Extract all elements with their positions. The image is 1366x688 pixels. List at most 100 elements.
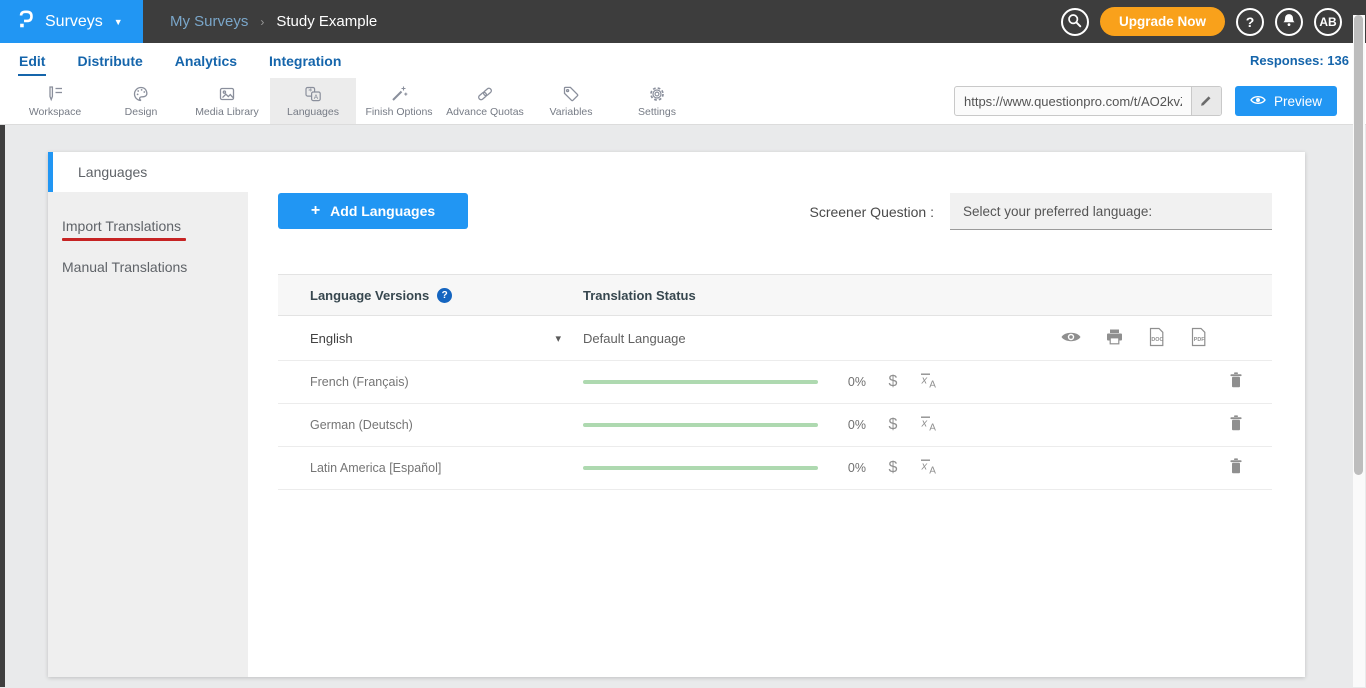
palette-icon [131,84,151,104]
search-button[interactable] [1061,8,1089,36]
paid-translation-icon[interactable]: $ [872,459,914,477]
tool-label: Finish Options [365,106,432,118]
trash-icon [1226,371,1246,393]
avatar[interactable]: AB [1314,8,1342,36]
brand-label: Surveys [45,13,103,31]
language-name-cell: French (Français) [278,375,583,389]
translate-xa-icon: x A [918,371,938,393]
tool-label: Advance Quotas [446,106,524,118]
svg-text:A: A [314,93,319,101]
languages-sidebar: Languages Import Translations Manual Tra… [48,152,248,677]
sidebar-item-import-translations[interactable]: Import Translations [48,209,248,250]
column-language-versions: Language Versions ? [278,288,583,303]
print-button[interactable] [1105,328,1124,349]
tool-label: Workspace [29,106,81,118]
delete-language-button[interactable] [1226,371,1246,393]
tool-label: Settings [638,106,676,118]
svg-text:A: A [929,423,936,433]
edit-toolbar: Workspace Design [0,78,1366,125]
tool-settings[interactable]: Settings [614,78,700,124]
language-status-cell: 0% $ x A [583,371,1272,393]
delete-language-button[interactable] [1226,457,1246,479]
edit-url-button[interactable] [1191,87,1221,115]
column-translation-status: Translation Status [583,288,1272,303]
translation-percent: 0% [832,461,866,475]
notifications-button[interactable] [1275,8,1303,36]
responses-count[interactable]: Responses: 136 [1250,53,1366,68]
topbar: Surveys ▼ My Surveys › Study Example Upg… [0,0,1366,43]
translation-percent: 0% [832,418,866,432]
table-row-french: French (Français) 0% $ x [278,361,1272,404]
breadcrumb-my-surveys[interactable]: My Surveys [170,13,248,30]
language-name-cell: Latin America [Español] [278,461,583,475]
tool-media-library[interactable]: Media Library [184,78,270,124]
export-pdf-button[interactable]: PDF [1189,327,1208,350]
chevron-down-icon[interactable]: ▾ [555,332,561,345]
translation-progress-bar [583,380,818,384]
tool-variables[interactable]: Variables [528,78,614,124]
auto-translate-button[interactable]: x A [918,457,938,479]
view-button[interactable] [1060,330,1082,347]
tool-advance-quotas[interactable]: Advance Quotas [442,78,528,124]
svg-text:A: A [929,466,936,476]
page-scrollbar[interactable] [1353,15,1365,687]
upgrade-now-button[interactable]: Upgrade Now [1100,7,1225,36]
preview-button[interactable]: Preview [1235,86,1337,116]
translate-xa-icon: x A [918,414,938,436]
trash-icon [1226,457,1246,479]
language-name-cell: German (Deutsch) [278,418,583,432]
tool-label: Variables [550,106,593,118]
add-languages-label: Add Languages [330,203,435,219]
sidebar-header-languages[interactable]: Languages [48,152,248,192]
collapsed-left-panel[interactable] [0,125,5,687]
language-name: Latin America [Español] [310,461,441,475]
tag-icon [561,84,581,104]
survey-url-input[interactable] [955,87,1191,115]
eye-icon [1250,94,1266,109]
help-circle-icon[interactable]: ? [437,288,452,303]
sidebar-item-label: Import Translations [62,218,181,234]
tool-finish-options[interactable]: Finish Options [356,78,442,124]
workspace-icon [45,84,65,104]
pdf-file-icon: PDF [1189,327,1208,350]
translation-progress-bar [583,423,818,427]
export-doc-button[interactable]: DOC [1147,327,1166,350]
auto-translate-button[interactable]: x A [918,414,938,436]
languages-main-panel: + Add Languages Screener Question : Sele… [248,152,1305,677]
section-tabs: Edit Distribute Analytics Integration Re… [0,43,1366,78]
auto-translate-button[interactable]: x A [918,371,938,393]
eye-icon [1060,330,1082,347]
paid-translation-icon[interactable]: $ [872,373,914,391]
screener-question-select[interactable]: Select your preferred language: [950,193,1272,230]
doc-file-icon: DOC [1147,327,1166,350]
tab-edit[interactable]: Edit [18,46,46,76]
table-row-default-language: English ▾ Default Language [278,316,1272,361]
tool-languages[interactable]: * A Languages [270,78,356,124]
sidebar-item-manual-translations[interactable]: Manual Translations [48,250,248,284]
svg-text:x: x [921,375,928,387]
tool-workspace[interactable]: Workspace [12,78,98,124]
language-status-cell: 0% $ x A [583,414,1272,436]
tab-integration[interactable]: Integration [268,46,342,76]
languages-card: Languages Import Translations Manual Tra… [48,152,1305,677]
printer-icon [1105,328,1124,349]
paid-translation-icon[interactable]: $ [872,416,914,434]
breadcrumb: My Surveys › Study Example [170,13,377,30]
brand-menu[interactable]: Surveys ▼ [0,0,143,43]
gear-icon [647,84,667,104]
magic-wand-icon [389,84,409,104]
column-label: Translation Status [583,288,696,303]
default-language-status: Default Language [583,331,686,346]
help-button[interactable]: ? [1236,8,1264,36]
tab-distribute[interactable]: Distribute [76,46,143,76]
add-languages-button[interactable]: + Add Languages [278,193,468,229]
tab-analytics[interactable]: Analytics [174,46,238,76]
scrollbar-thumb[interactable] [1354,15,1363,475]
tool-design[interactable]: Design [98,78,184,124]
default-status-cell: Default Language [583,327,1272,350]
survey-url-group: Preview [954,78,1366,124]
delete-language-button[interactable] [1226,414,1246,436]
default-row-actions: DOC PDF [1060,327,1208,350]
question-mark-icon: ? [1246,14,1255,30]
translation-percent: 0% [832,375,866,389]
